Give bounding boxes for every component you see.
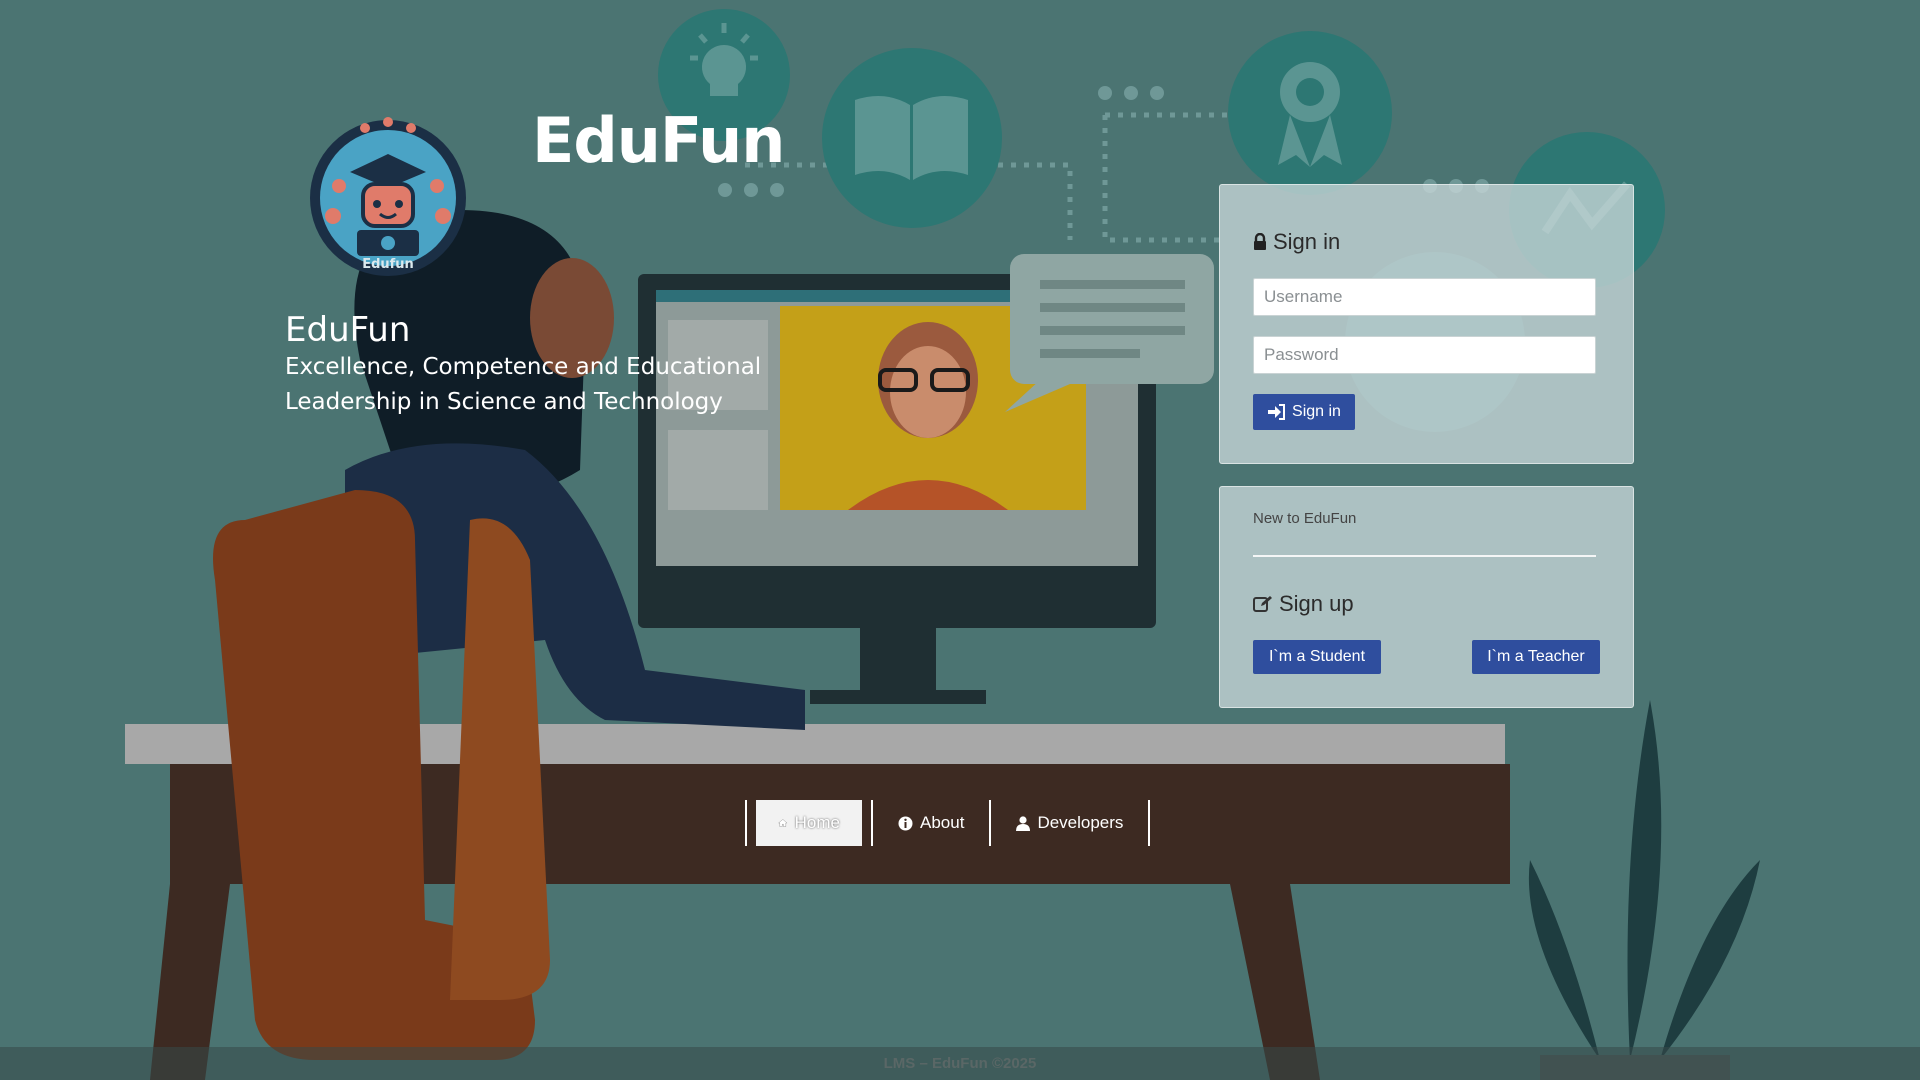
edufun-logo: Edufun: [310, 117, 466, 276]
nav-separator: [871, 800, 873, 846]
nav-developers-label: Developers: [1037, 813, 1124, 832]
nav-separator: [745, 800, 747, 846]
signup-heading: Sign up: [1253, 591, 1354, 617]
logo-text: Edufun: [362, 257, 414, 272]
nav-separator: [989, 800, 992, 846]
password-input[interactable]: [1253, 336, 1596, 374]
tagline-line-2: Leadership in Science and Technology: [285, 389, 723, 415]
nav-separator: [1148, 800, 1151, 846]
signin-panel: Sign in Sign in: [1219, 184, 1634, 464]
footer-text: LMS – EduFun ©2025: [883, 1055, 1037, 1072]
student-signup-button[interactable]: I`m a Student: [1253, 640, 1381, 674]
signin-button[interactable]: Sign in: [1253, 394, 1355, 430]
signup-panel: New to EduFun Sign up I`m a Student I`m …: [1219, 486, 1634, 708]
tagline-line-1: Excellence, Competence and Educational: [285, 354, 762, 380]
nav-developers[interactable]: Developers: [994, 800, 1145, 846]
signup-heading-text: Sign up: [1279, 591, 1354, 616]
signin-heading-text: Sign in: [1273, 229, 1341, 254]
info-icon: [898, 816, 913, 830]
hero-title: EduFun: [285, 310, 411, 350]
brand-title: EduFun: [532, 104, 785, 177]
home-icon: [778, 819, 788, 827]
new-to-edufun-label: New to EduFun: [1253, 510, 1357, 527]
sign-in-icon: [1268, 404, 1286, 420]
user-icon: [1016, 815, 1031, 831]
lock-icon: [1254, 233, 1266, 250]
nav-home-label: Home: [794, 813, 840, 832]
nav-about[interactable]: About: [876, 800, 986, 846]
teacher-signup-button[interactable]: I`m a Teacher: [1472, 640, 1600, 674]
footer: LMS – EduFun ©2025: [0, 1047, 1920, 1080]
signin-button-label: Sign in: [1292, 403, 1341, 420]
signin-heading: Sign in: [1253, 229, 1340, 255]
edit-icon: [1253, 596, 1272, 612]
nav-about-label: About: [920, 813, 965, 832]
nav-home[interactable]: Home: [756, 800, 862, 846]
bottom-nav: Home About Developers: [745, 800, 1151, 846]
signup-divider: [1253, 555, 1596, 557]
username-input[interactable]: [1253, 278, 1596, 316]
hero-tagline: Excellence, Competence and Educational L…: [285, 350, 805, 420]
